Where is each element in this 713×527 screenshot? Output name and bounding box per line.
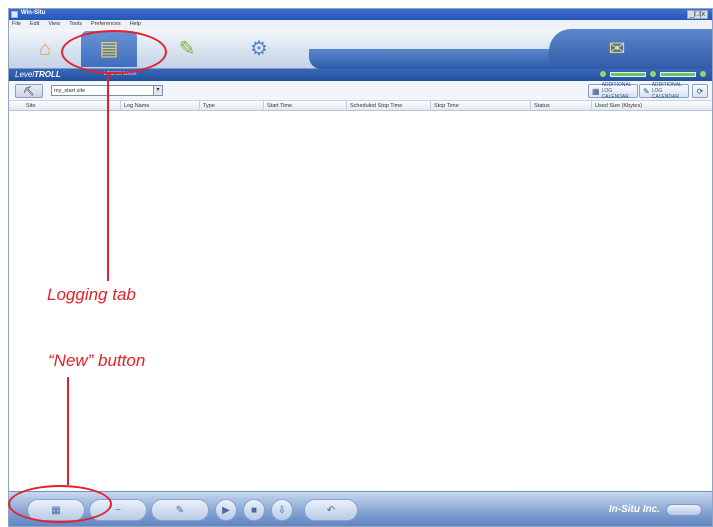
window-title: Win-Situ <box>21 10 46 16</box>
data-icon: ✎ <box>178 38 196 60</box>
site-select-value: my_start site <box>54 88 86 94</box>
log-calendar-button-1[interactable]: ▦ ADDITIONAL LOG CALENDAR <box>588 82 638 100</box>
edit-button[interactable]: ✎ <box>151 499 209 521</box>
memory-level-bar <box>660 71 696 77</box>
tab-notes[interactable]: ✉ <box>589 31 645 67</box>
connection-icon <box>700 71 706 77</box>
log-calendar-label-1: ADDITIONAL LOG CALENDAR <box>601 82 632 100</box>
log-calendar-button-2[interactable]: ✎ ADDITIONAL LOG CALENDAR <box>639 82 689 100</box>
menu-file[interactable]: File <box>12 20 21 29</box>
menu-bar: File Edit View Tools Preferences Help <box>9 20 712 29</box>
battery-icon <box>600 71 606 77</box>
home-icon: ⌂ <box>38 38 52 60</box>
col-type[interactable]: Type <box>199 101 215 111</box>
menu-edit[interactable]: Edit <box>30 20 39 29</box>
status-indicators <box>600 71 706 77</box>
notes-icon: ✉ <box>608 38 626 60</box>
bottom-bar: ▦ − ✎ ▶ ■ ⇩ ↶ In-Situ Inc. <box>9 491 712 526</box>
brand-name-bold: TROLL <box>34 70 61 79</box>
col-used-size[interactable]: Used Size (Kbytes) <box>591 101 642 111</box>
new-button-annotation: “New” button <box>48 351 146 370</box>
new-button-highlight <box>8 485 112 523</box>
new-button-pointer <box>67 377 69 485</box>
control-row: ⛏ my_start site ▾ ▦ ADDITIONAL LOG CALEN… <box>9 81 712 101</box>
col-scheduled-stop[interactable]: Scheduled Stop Time <box>346 101 402 111</box>
download-button[interactable]: ⇩ <box>271 499 293 521</box>
refresh-button[interactable]: ⟳ <box>692 84 708 98</box>
title-bar: Win-Situ _|□|x <box>9 9 712 20</box>
pencil-icon: ✎ <box>643 86 650 96</box>
tab-data[interactable]: ✎ <box>159 31 215 67</box>
stop-icon: ■ <box>250 504 258 516</box>
download-icon: ⇩ <box>277 504 287 516</box>
window-controls[interactable]: _|□|x <box>686 10 708 19</box>
refresh-icon: ⟳ <box>696 86 704 96</box>
logging-tab-annotation: Logging tab <box>47 285 136 304</box>
stop-button[interactable]: ■ <box>243 499 265 521</box>
col-stop-time[interactable]: Stop Time <box>430 101 459 111</box>
menu-preferences[interactable]: Preferences <box>91 20 121 29</box>
site-button[interactable]: ⛏ <box>15 84 43 98</box>
log-calendar-label-2: ADDITIONAL LOG CALENDAR <box>651 82 682 100</box>
tab-settings[interactable]: ⚙ <box>231 31 287 67</box>
col-site[interactable]: Site <box>23 101 35 111</box>
upload-button[interactable]: ↶ <box>304 499 358 521</box>
upload-icon: ↶ <box>326 504 336 516</box>
brand-name-italic: Level <box>15 70 35 79</box>
col-start-time[interactable]: Start Time <box>263 101 292 111</box>
memory-icon <box>650 71 656 77</box>
app-icon <box>11 11 18 18</box>
start-button[interactable]: ▶ <box>215 499 237 521</box>
menu-view[interactable]: View <box>48 20 60 29</box>
menu-tools[interactable]: Tools <box>69 20 82 29</box>
settings-icon: ⚙ <box>250 38 268 60</box>
company-brand: In-Situ Inc. <box>608 504 660 515</box>
logging-tab-highlight <box>61 30 167 74</box>
battery-level-bar <box>610 71 646 77</box>
col-status[interactable]: Status <box>530 101 550 111</box>
play-icon: ▶ <box>222 504 230 516</box>
chevron-down-icon[interactable]: ▾ <box>153 86 162 95</box>
logging-tab-pointer <box>107 73 109 281</box>
product-brand: LevelTROLL <box>15 70 61 79</box>
toggle-switch[interactable] <box>666 504 702 516</box>
log-table-header: Site Log Name Type Start Time Scheduled … <box>9 101 712 111</box>
app-window: Win-Situ _|□|x File Edit View Tools Pref… <box>8 8 713 527</box>
tab-bar-strip <box>309 49 579 69</box>
delete-icon: − <box>115 504 121 516</box>
edit-icon: ✎ <box>175 504 185 516</box>
col-log-name[interactable]: Log Name <box>120 101 149 111</box>
calendar-icon: ▦ <box>592 86 600 96</box>
menu-help[interactable]: Help <box>130 20 141 29</box>
